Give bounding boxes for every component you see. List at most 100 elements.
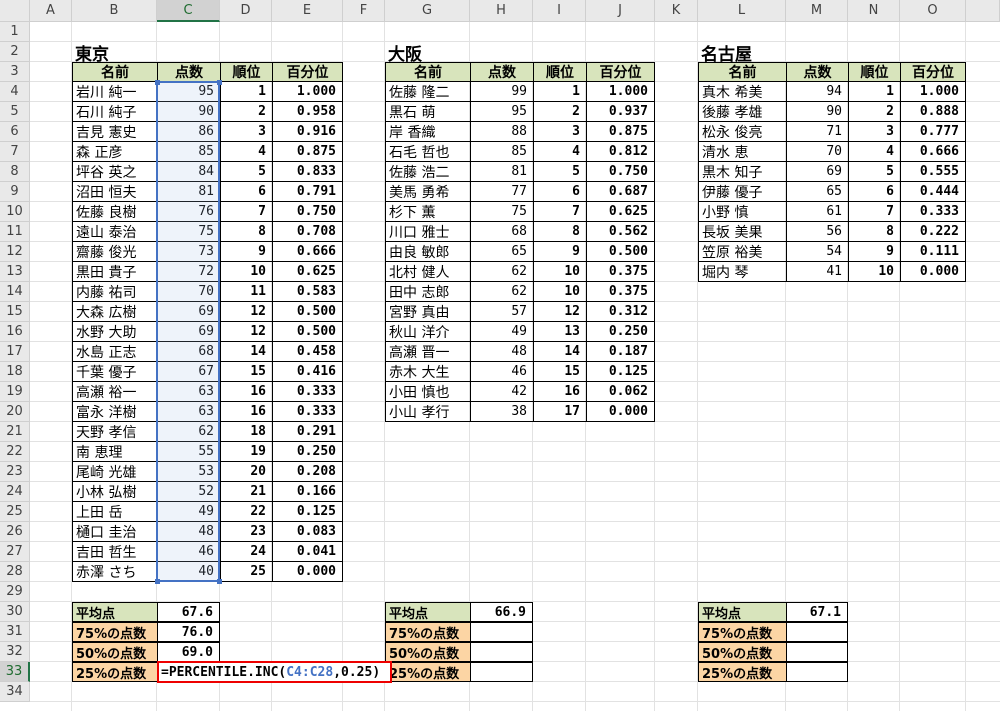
table-cell[interactable]: 清水 恵 <box>698 142 786 162</box>
table-cell[interactable]: 石川 純子 <box>72 102 157 122</box>
table-cell[interactable]: 後藤 孝雄 <box>698 102 786 122</box>
row-header-11[interactable]: 11 <box>0 222 30 242</box>
row-header-26[interactable]: 26 <box>0 522 30 542</box>
table-cell[interactable]: 14 <box>220 342 272 362</box>
table-cell[interactable]: 65 <box>786 182 848 202</box>
table-cell[interactable]: 62 <box>470 262 533 282</box>
row-header-15[interactable]: 15 <box>0 302 30 322</box>
summary-value[interactable]: 67.1 <box>786 602 848 622</box>
column-header-b[interactable]: B <box>72 0 157 22</box>
row-header-10[interactable]: 10 <box>0 202 30 222</box>
table-cell[interactable]: 0.812 <box>586 142 655 162</box>
table-cell[interactable]: 24 <box>220 542 272 562</box>
row-header-29[interactable]: 29 <box>0 582 30 602</box>
table-cell[interactable]: 0.250 <box>272 442 343 462</box>
table-cell[interactable]: 10 <box>533 282 586 302</box>
table-cell[interactable]: 2 <box>533 102 586 122</box>
table-cell[interactable]: 10 <box>220 262 272 282</box>
table-cell[interactable]: 0.916 <box>272 122 343 142</box>
table-cell[interactable]: 15 <box>220 362 272 382</box>
table-cell[interactable]: 3 <box>533 122 586 142</box>
row-header-30[interactable]: 30 <box>0 602 30 622</box>
table-cell[interactable]: 14 <box>533 342 586 362</box>
row-header-19[interactable]: 19 <box>0 382 30 402</box>
table-cell[interactable]: 赤木 大生 <box>385 362 470 382</box>
row-header-3[interactable]: 3 <box>0 62 30 82</box>
row-header-12[interactable]: 12 <box>0 242 30 262</box>
table-cell[interactable]: 4 <box>220 142 272 162</box>
table-cell[interactable]: 8 <box>220 222 272 242</box>
table-cell[interactable]: 7 <box>220 202 272 222</box>
table-cell[interactable]: 0.125 <box>272 502 343 522</box>
table-cell[interactable]: 天野 孝信 <box>72 422 157 442</box>
table-cell[interactable]: 0.875 <box>586 122 655 142</box>
summary-value[interactable]: 76.0 <box>157 622 220 642</box>
table-cell[interactable]: 10 <box>848 262 900 282</box>
table-cell[interactable]: 長坂 美果 <box>698 222 786 242</box>
table-cell[interactable]: 0.888 <box>900 102 966 122</box>
row-header-17[interactable]: 17 <box>0 342 30 362</box>
table-cell[interactable]: 0.583 <box>272 282 343 302</box>
table-cell[interactable]: 9 <box>220 242 272 262</box>
table-cell[interactable]: 1.000 <box>272 82 343 102</box>
table-cell[interactable]: 0.000 <box>272 562 343 582</box>
table-cell[interactable]: 堀内 琴 <box>698 262 786 282</box>
row-header-16[interactable]: 16 <box>0 322 30 342</box>
row-header-8[interactable]: 8 <box>0 162 30 182</box>
table-cell[interactable]: 0.750 <box>586 162 655 182</box>
column-header-e[interactable]: E <box>272 0 343 22</box>
row-header-5[interactable]: 5 <box>0 102 30 122</box>
row-header-1[interactable]: 1 <box>0 22 30 42</box>
table-cell[interactable]: 0.416 <box>272 362 343 382</box>
table-cell[interactable]: 佐藤 良樹 <box>72 202 157 222</box>
row-header-33[interactable]: 33 <box>0 662 30 682</box>
table-cell[interactable]: 0.222 <box>900 222 966 242</box>
table-cell[interactable]: 0.041 <box>272 542 343 562</box>
table-cell[interactable]: 75 <box>470 202 533 222</box>
table-cell[interactable]: 3 <box>220 122 272 142</box>
table-cell[interactable]: 黒石 萌 <box>385 102 470 122</box>
table-cell[interactable]: 小林 弘樹 <box>72 482 157 502</box>
row-header-21[interactable]: 21 <box>0 422 30 442</box>
selection-handle[interactable] <box>155 579 160 584</box>
row-header-27[interactable]: 27 <box>0 542 30 562</box>
table-cell[interactable]: 23 <box>220 522 272 542</box>
table-cell[interactable]: 16 <box>220 382 272 402</box>
table-cell[interactable]: 7 <box>533 202 586 222</box>
table-cell[interactable]: 北村 健人 <box>385 262 470 282</box>
table-cell[interactable]: 0.375 <box>586 262 655 282</box>
row-header-18[interactable]: 18 <box>0 362 30 382</box>
table-cell[interactable]: 61 <box>786 202 848 222</box>
table-cell[interactable]: 69 <box>786 162 848 182</box>
table-cell[interactable]: 大森 広樹 <box>72 302 157 322</box>
table-cell[interactable]: 0.777 <box>900 122 966 142</box>
table-cell[interactable]: 42 <box>470 382 533 402</box>
table-cell[interactable]: 62 <box>470 282 533 302</box>
table-cell[interactable]: 65 <box>470 242 533 262</box>
table-cell[interactable]: 0.833 <box>272 162 343 182</box>
summary-value[interactable] <box>470 662 533 682</box>
selection-handle[interactable] <box>217 80 222 85</box>
column-header-p[interactable] <box>966 0 1000 22</box>
table-cell[interactable]: 0.625 <box>272 262 343 282</box>
table-cell[interactable]: 5 <box>533 162 586 182</box>
table-cell[interactable]: 南 恵理 <box>72 442 157 462</box>
summary-value[interactable] <box>786 622 848 642</box>
table-cell[interactable]: 3 <box>848 122 900 142</box>
row-header-13[interactable]: 13 <box>0 262 30 282</box>
table-cell[interactable]: 齋藤 俊光 <box>72 242 157 262</box>
table-cell[interactable]: 尾崎 光雄 <box>72 462 157 482</box>
table-cell[interactable]: 0.555 <box>900 162 966 182</box>
row-header-7[interactable]: 7 <box>0 142 30 162</box>
table-cell[interactable]: 千葉 優子 <box>72 362 157 382</box>
table-cell[interactable]: 佐藤 浩二 <box>385 162 470 182</box>
summary-value[interactable] <box>470 622 533 642</box>
table-cell[interactable]: 5 <box>848 162 900 182</box>
table-cell[interactable]: 0.500 <box>272 302 343 322</box>
table-cell[interactable]: 21 <box>220 482 272 502</box>
column-header-h[interactable]: H <box>470 0 533 22</box>
table-cell[interactable]: 岩川 純一 <box>72 82 157 102</box>
table-cell[interactable]: 17 <box>533 402 586 422</box>
table-cell[interactable]: 70 <box>786 142 848 162</box>
table-cell[interactable]: 佐藤 隆二 <box>385 82 470 102</box>
